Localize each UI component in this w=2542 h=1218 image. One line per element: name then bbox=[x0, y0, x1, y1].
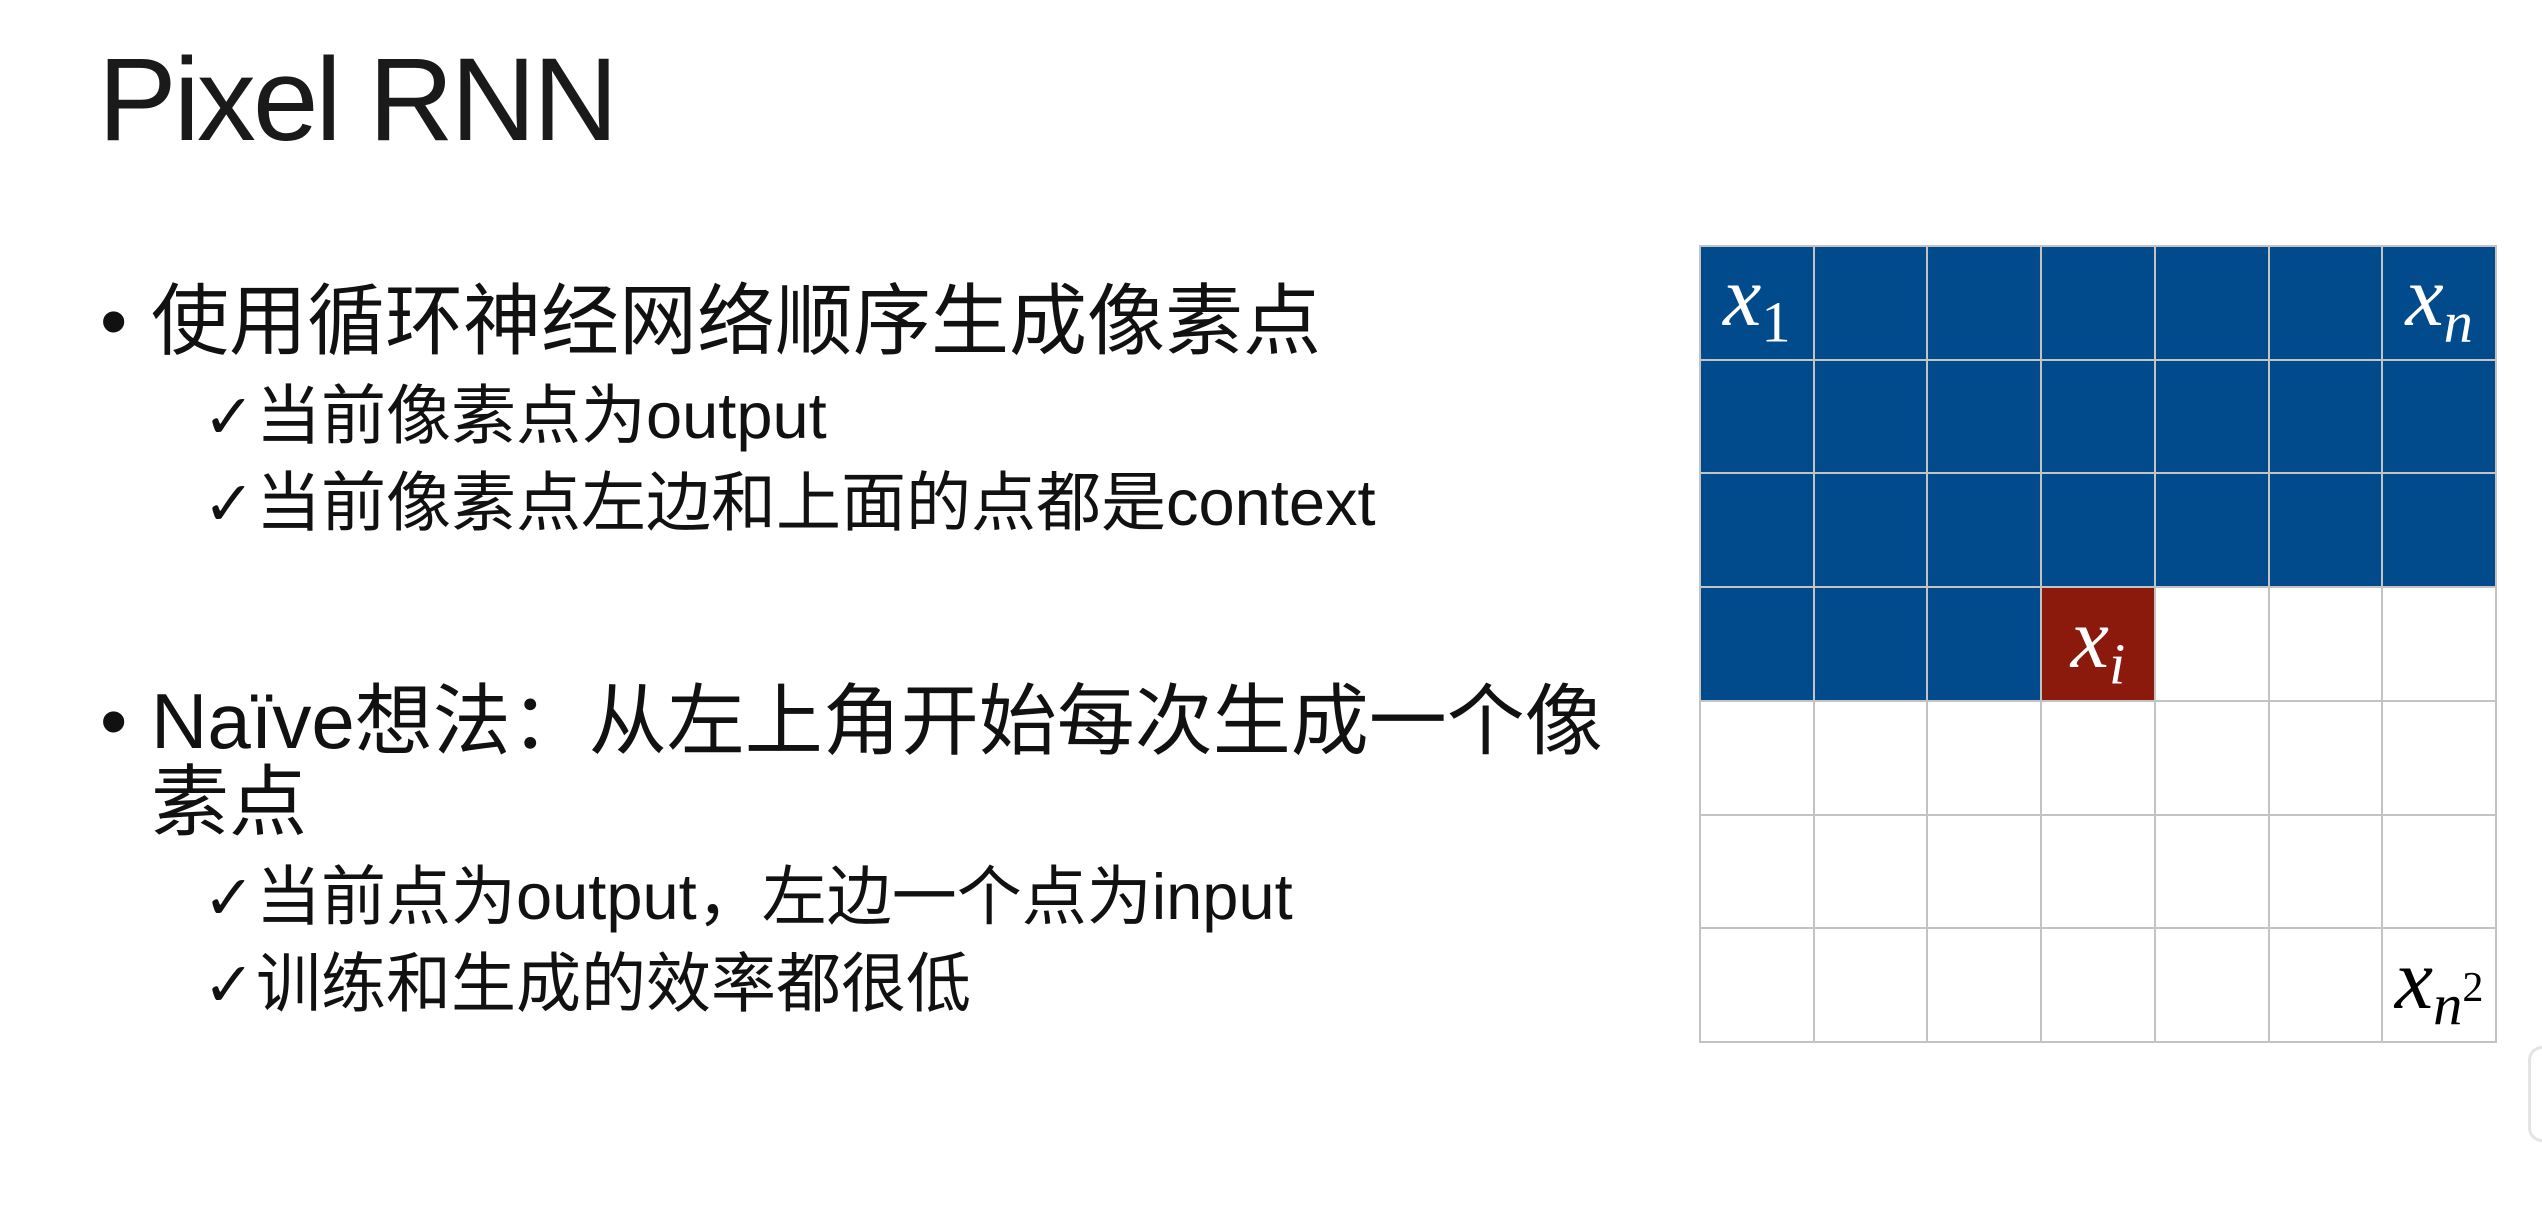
bullet-group: • 使用循环神经网络顺序生成像素点 ✓当前像素点为output ✓当前像素点左边… bbox=[100, 281, 1651, 547]
pixel-grid: x1 xn xi xn2 bbox=[1699, 245, 2497, 1043]
pixel-label-subscript: 1 bbox=[1761, 290, 1790, 355]
pixel-cell bbox=[2042, 929, 2154, 1041]
checkmark-icon: ✓ bbox=[203, 948, 255, 1021]
pixel-cell bbox=[2383, 701, 2495, 814]
pixel-cell bbox=[2269, 360, 2382, 473]
bullet-dot-icon: • bbox=[100, 277, 128, 365]
sub-bullet-item: ✓当前像素点为output bbox=[203, 373, 1651, 460]
sub-bullet-item: ✓训练和生成的效率都很低 bbox=[203, 941, 1651, 1028]
pixel-label: xi bbox=[2071, 595, 2125, 694]
pixel-cell bbox=[1701, 815, 1813, 928]
bullet-text: Naïve想法：从左上角开始每次生成一个像素点 bbox=[151, 677, 1603, 846]
slide-title: Pixel RNN bbox=[98, 34, 618, 166]
pixel-cell bbox=[2042, 474, 2154, 587]
pixel-cell bbox=[2383, 588, 2495, 700]
pixel-cell bbox=[1814, 815, 1927, 928]
pixel-cell bbox=[2383, 360, 2495, 473]
pixel-cell bbox=[2042, 360, 2154, 473]
pixel-label-subscript-text: n bbox=[2433, 972, 2463, 1038]
pixel-label-subscript: n bbox=[2444, 290, 2473, 355]
bullet-item: • 使用循环神经网络顺序生成像素点 bbox=[100, 281, 1651, 362]
sub-bullet-text: 当前像素点左边和上面的点都是context bbox=[256, 466, 1376, 539]
pixel-cell bbox=[2155, 701, 2268, 814]
sub-bullet-text: 训练和生成的效率都很低 bbox=[256, 947, 972, 1020]
pixel-cell bbox=[2269, 474, 2382, 587]
pixel-cell bbox=[2155, 360, 2268, 473]
bullet-text: 使用循环神经网络顺序生成像素点 bbox=[151, 277, 1322, 365]
pixel-cell bbox=[2269, 701, 2382, 814]
pixel-label-base: x bbox=[2394, 930, 2434, 1027]
pixel-cell bbox=[2155, 815, 2268, 928]
pixel-cell bbox=[1928, 588, 2041, 700]
pixel-cell bbox=[2269, 815, 2382, 928]
pixel-cell bbox=[2269, 588, 2382, 700]
pixel-label-base: x bbox=[2405, 248, 2444, 345]
sub-bullet-text: 当前像素点为output bbox=[256, 379, 827, 452]
pixel-label-subscript-text: i bbox=[2108, 630, 2126, 696]
pixel-cell bbox=[2042, 701, 2154, 814]
pixel-cell bbox=[1814, 247, 1927, 359]
pixel-cell bbox=[1701, 588, 1813, 700]
bullet-group: • Naïve想法：从左上角开始每次生成一个像素点 ✓当前点为output，左边… bbox=[100, 681, 1651, 1028]
floating-widget-edge bbox=[2528, 1046, 2542, 1142]
pixel-cell bbox=[2269, 247, 2382, 359]
pixel-cell bbox=[2269, 929, 2382, 1041]
pixel-cell bbox=[1928, 929, 2041, 1041]
pixel-cell bbox=[1701, 929, 1813, 1041]
pixel-cell bbox=[2155, 929, 2268, 1041]
sub-bullet-list: ✓当前像素点为output ✓当前像素点左边和上面的点都是context bbox=[203, 373, 1651, 547]
pixel-cell: x1 bbox=[1701, 247, 1813, 359]
pixel-cell bbox=[1928, 360, 2041, 473]
pixel-label-subscript: i bbox=[2109, 631, 2125, 696]
bullet-dot-icon: • bbox=[100, 677, 128, 765]
pixel-cell bbox=[2155, 588, 2268, 700]
pixel-cell bbox=[1814, 588, 1927, 700]
pixel-cell bbox=[1814, 701, 1927, 814]
pixel-cell: xn bbox=[2383, 247, 2495, 359]
pixel-label-base: x bbox=[1723, 248, 1762, 345]
pixel-label: xn bbox=[2405, 253, 2472, 352]
pixel-cell bbox=[2042, 815, 2154, 928]
pixel-cell bbox=[2155, 474, 2268, 587]
pixel-label-subscript: n2 bbox=[2433, 966, 2483, 1038]
checkmark-icon: ✓ bbox=[203, 467, 255, 540]
pixel-cell bbox=[2383, 474, 2495, 587]
pixel-cell bbox=[2042, 247, 2154, 359]
pixel-cell bbox=[1701, 360, 1813, 473]
sub-bullet-item: ✓当前点为output，左边一个点为input bbox=[203, 854, 1651, 941]
pixel-cell bbox=[1928, 247, 2041, 359]
pixel-cell bbox=[1928, 815, 2041, 928]
sub-bullet-list: ✓当前点为output，左边一个点为input ✓训练和生成的效率都很低 bbox=[203, 854, 1651, 1028]
sub-bullet-text: 当前点为output，左边一个点为input bbox=[256, 860, 1293, 933]
pixel-label-superscript: 2 bbox=[2462, 963, 2484, 1011]
pixel-cell bbox=[1814, 929, 1927, 1041]
pixel-label: xn2 bbox=[2395, 936, 2483, 1035]
pixel-cell: xn2 bbox=[2383, 929, 2495, 1041]
pixel-cell bbox=[1928, 474, 2041, 587]
pixel-cell: xi bbox=[2042, 588, 2154, 700]
pixel-label-subscript-text: n bbox=[2443, 289, 2473, 355]
pixel-cell bbox=[1814, 474, 1927, 587]
pixel-label: x1 bbox=[1723, 253, 1790, 352]
sub-bullet-item: ✓当前像素点左边和上面的点都是context bbox=[203, 460, 1651, 547]
pixel-cell bbox=[1701, 474, 1813, 587]
pixel-cell bbox=[1814, 360, 1927, 473]
pixel-cell bbox=[2155, 247, 2268, 359]
pixel-cell bbox=[2383, 815, 2495, 928]
pixel-cell bbox=[1701, 701, 1813, 814]
pixel-label-subscript-text: 1 bbox=[1761, 289, 1791, 355]
pixel-cell bbox=[1928, 701, 2041, 814]
slide: Pixel RNN • 使用循环神经网络顺序生成像素点 ✓当前像素点为outpu… bbox=[0, 0, 2542, 1218]
bullet-item: • Naïve想法：从左上角开始每次生成一个像素点 bbox=[100, 681, 1651, 843]
checkmark-icon: ✓ bbox=[203, 861, 255, 934]
checkmark-icon: ✓ bbox=[203, 380, 255, 453]
pixel-label-base: x bbox=[2070, 589, 2109, 686]
